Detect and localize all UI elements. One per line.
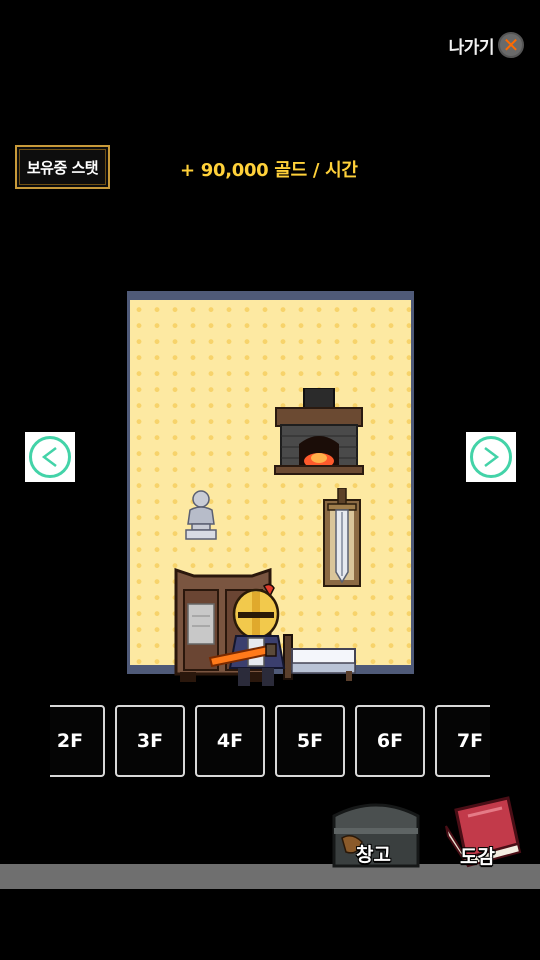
fireplace[interactable] [273,388,367,482]
storage-button[interactable]: 창고 [328,798,424,872]
collection-button[interactable]: 도감 [438,796,522,872]
bust-statue[interactable] [184,488,218,542]
owned-stats-label: 보유중 스탯 [26,158,99,177]
next-room-button[interactable] [466,432,516,482]
floor-tab-7f[interactable]: 7F [435,705,490,777]
floor-tab-6f[interactable]: 6F [355,705,425,777]
knight-character[interactable] [208,582,304,692]
floor-tab-3f[interactable]: 3F [115,705,185,777]
collection-label: 도감 [460,846,495,868]
exit-label: 나가기 [448,37,495,58]
floor-tab-2f[interactable]: 2F [50,705,105,777]
chevron-right-icon [470,436,512,478]
chevron-left-icon [29,436,71,478]
owned-stats-button[interactable]: 보유중 스탯 [15,145,110,189]
room-view [127,291,414,686]
previous-room-button[interactable] [25,432,75,482]
gold-rate-text: + 90,000 골드 / 시간 [180,160,358,181]
close-icon: ✕ [498,32,524,58]
exit-button[interactable]: 나가기 ✕ [449,32,524,58]
sword-display[interactable] [318,488,366,588]
floor-tab-5f[interactable]: 5F [275,705,345,777]
storage-label: 창고 [356,844,391,866]
floor-selector[interactable]: 2F 3F 4F 5F 6F 7F [50,705,490,777]
floor-tab-4f[interactable]: 4F [195,705,265,777]
